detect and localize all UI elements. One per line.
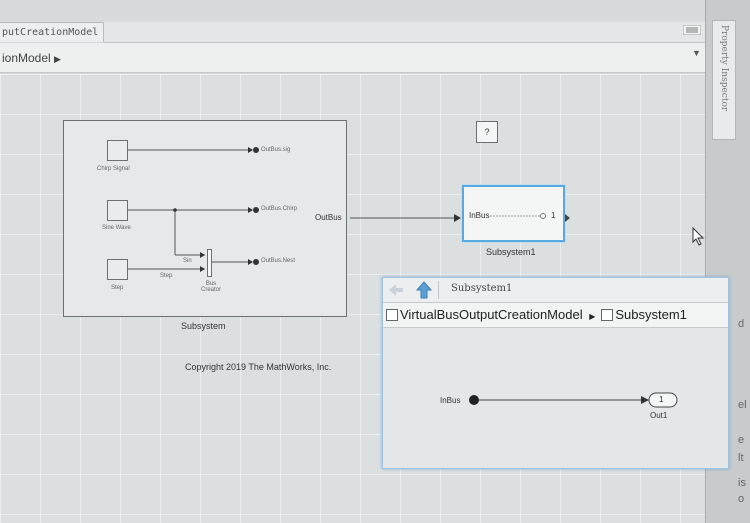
panel-edge-text-2: el (738, 399, 747, 411)
subwindow-breadcrumb: VirtualBusOutputCreationModel ▶ Subsystem… (383, 303, 728, 328)
bus-creator-block[interactable] (207, 249, 212, 277)
outport-sig-label: OutBus.sig (261, 147, 291, 153)
subsystem1-inport-label: InBus (469, 211, 490, 220)
outport-label: Out1 (650, 411, 668, 420)
menu-icon[interactable] (683, 25, 701, 35)
outport-nest-label: OutBus.Nest (261, 258, 296, 264)
property-inspector-tab[interactable]: Property Inspector (712, 20, 736, 140)
sine-wave-label: Sine Wave (102, 225, 131, 231)
subwindow-titlebar: Subsystem1 (383, 278, 728, 303)
subsystem-label: Subsystem (181, 321, 226, 331)
unknown-block[interactable]: ? (476, 121, 498, 143)
inport-block (469, 395, 479, 405)
outport-number[interactable]: 1 (659, 395, 663, 404)
up-arrow-icon[interactable] (416, 281, 432, 299)
divider (438, 281, 439, 299)
panel-edge-text-5: is (738, 477, 746, 489)
breadcrumb-model-link[interactable]: VirtualBusOutputCreationModel (400, 307, 583, 322)
panel-edge-text-1: d (738, 318, 745, 330)
subwindow-title: Subsystem1 (451, 283, 513, 294)
subsystem-icon (601, 308, 614, 321)
subsystem1-label: Subsystem1 (486, 247, 536, 257)
subsystem1-window[interactable]: Subsystem1 VirtualBusOutputCreationModel… (382, 277, 729, 469)
inport-to-outport-line (469, 392, 678, 408)
step-label: Step (111, 285, 124, 291)
breadcrumb-subsystem-link[interactable]: Subsystem1 (615, 307, 687, 322)
breadcrumb: ionModel ▶ (0, 43, 705, 73)
back-arrow-icon[interactable] (388, 283, 404, 297)
step-signal-label: Step (160, 273, 173, 279)
step-block[interactable] (107, 259, 128, 280)
chirp-signal-label: Chirp Signal (97, 166, 130, 172)
subwindow-canvas[interactable]: InBus 1 Out1 (383, 328, 728, 468)
outport-chirp-label: OutBus.Chirp (261, 206, 298, 212)
tab-strip (104, 22, 705, 43)
chevron-right-icon: ▶ (54, 54, 61, 64)
panel-edge-text-6: o (738, 493, 745, 505)
copyright-text: Copyright 2019 The MathWorks, Inc. (185, 362, 332, 372)
subsystem1-output-arrow (565, 214, 570, 222)
chevron-down-icon[interactable]: ▼ (692, 48, 701, 58)
subsystem1-outport-label: 1 (551, 211, 556, 220)
sine-wave-block[interactable] (107, 200, 128, 221)
model-tab[interactable]: putCreationModel (0, 22, 104, 42)
bus-creator-label: Bus Creator (201, 281, 222, 293)
breadcrumb-model[interactable]: ionModel (2, 51, 51, 65)
panel-edge-text-4: lt (738, 452, 744, 464)
model-icon (386, 308, 398, 321)
subsystem1-internal-line (490, 213, 546, 219)
chevron-right-icon: ▶ (589, 312, 596, 321)
chirp-signal-block[interactable] (107, 140, 128, 161)
sin-signal-label: Sin (183, 258, 192, 264)
panel-edge-text-3: e (738, 434, 745, 446)
outbus-port-label: OutBus (315, 213, 342, 222)
